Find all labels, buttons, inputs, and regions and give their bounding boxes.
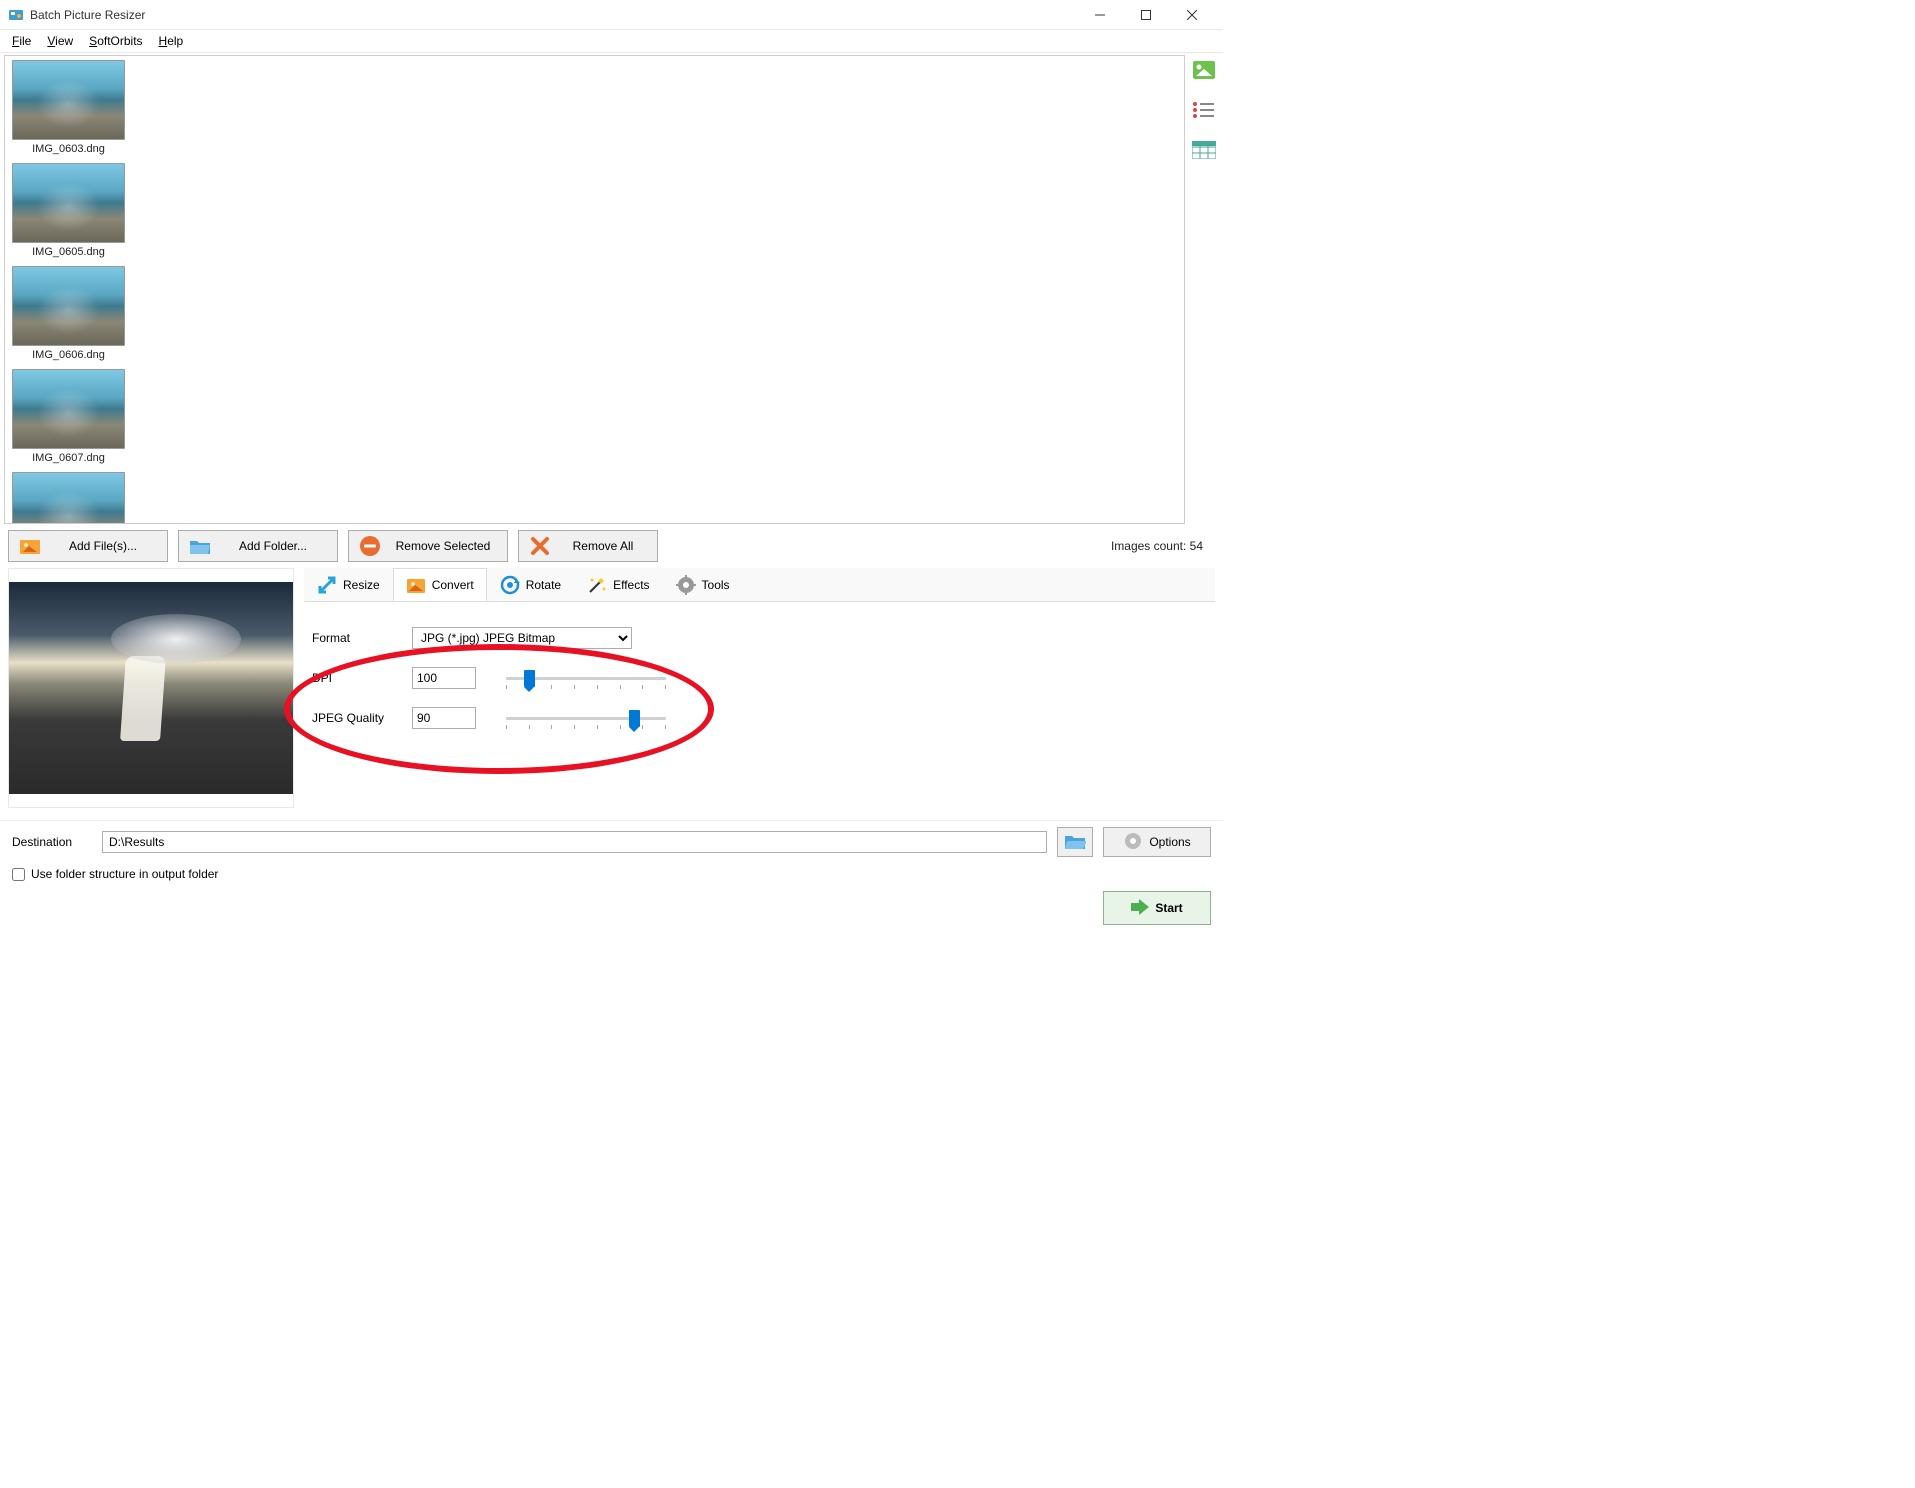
thumbnail-caption: IMG_0605.dng bbox=[12, 246, 125, 258]
thumbnail-image bbox=[12, 266, 125, 346]
tools-icon bbox=[676, 575, 696, 595]
tab-resize[interactable]: Resize bbox=[304, 568, 393, 601]
maximize-button[interactable] bbox=[1123, 0, 1169, 30]
menu-softorbits[interactable]: SoftOrbits bbox=[81, 32, 150, 50]
format-select[interactable]: JPG (*.jpg) JPEG Bitmap bbox=[412, 627, 632, 649]
rotate-icon bbox=[500, 575, 520, 595]
remove-all-button[interactable]: Remove All bbox=[518, 530, 658, 562]
destination-input[interactable] bbox=[102, 831, 1047, 853]
thumbnail-caption: IMG_0607.dng bbox=[12, 452, 125, 464]
browse-destination-button[interactable] bbox=[1057, 827, 1093, 857]
options-button[interactable]: Options bbox=[1103, 827, 1211, 857]
view-thumbnails-icon[interactable] bbox=[1190, 59, 1218, 81]
thumbnail-caption: IMG_0603.dng bbox=[12, 143, 125, 155]
dpi-input[interactable] bbox=[412, 667, 476, 689]
window-title: Batch Picture Resizer bbox=[30, 8, 1077, 22]
app-icon bbox=[8, 7, 24, 23]
thumbnail-caption: IMG_0606.dng bbox=[12, 349, 125, 361]
resize-icon bbox=[317, 575, 337, 595]
convert-icon bbox=[406, 575, 426, 595]
thumbnail-item[interactable]: IMG_0605.dng bbox=[12, 163, 125, 258]
view-list-icon[interactable] bbox=[1190, 99, 1218, 121]
thumbnail-grid[interactable]: IMG_0603.dng IMG_0605.dng IMG_0606.dng IMG_… bbox=[5, 56, 1184, 523]
quality-slider[interactable] bbox=[506, 707, 666, 729]
view-table-icon[interactable] bbox=[1190, 139, 1218, 161]
remove-selected-button[interactable]: Remove Selected bbox=[348, 530, 508, 562]
start-arrow-icon bbox=[1131, 899, 1149, 918]
close-button[interactable] bbox=[1169, 0, 1215, 30]
preview-panel bbox=[8, 568, 294, 808]
menu-help[interactable]: Help bbox=[151, 32, 192, 50]
folder-open-icon bbox=[1064, 832, 1086, 853]
thumbnail-item[interactable]: IMG_0607.dng bbox=[12, 369, 125, 464]
tab-tools[interactable]: Tools bbox=[663, 568, 743, 601]
thumbnail-item[interactable]: IMG_0606.dng bbox=[12, 266, 125, 361]
thumbnail-image bbox=[12, 60, 125, 140]
use-folder-structure-checkbox[interactable] bbox=[12, 868, 25, 881]
add-folder-button[interactable]: Add Folder... bbox=[178, 530, 338, 562]
titlebar: Batch Picture Resizer bbox=[0, 0, 1223, 30]
start-button[interactable]: Start bbox=[1103, 891, 1211, 925]
destination-label: Destination bbox=[12, 835, 92, 849]
thumbnail-image bbox=[12, 369, 125, 449]
remove-selected-icon bbox=[359, 535, 381, 557]
thumbnail-item[interactable]: IMG_0608.dng bbox=[12, 472, 125, 523]
tab-bar: Resize Convert Rotate Effects Tools bbox=[304, 568, 1215, 602]
remove-all-icon bbox=[529, 535, 551, 557]
view-mode-strip bbox=[1185, 53, 1223, 524]
tab-effects[interactable]: Effects bbox=[574, 568, 662, 601]
tab-content-convert: Format JPG (*.jpg) JPEG Bitmap DPI JPEG … bbox=[304, 602, 1215, 754]
format-label: Format bbox=[312, 631, 412, 645]
add-files-icon bbox=[19, 535, 41, 557]
dpi-slider[interactable] bbox=[506, 667, 666, 689]
gear-icon bbox=[1123, 831, 1143, 854]
file-action-row: Add File(s)... Add Folder... Remove Sele… bbox=[0, 524, 1223, 568]
menu-view[interactable]: View bbox=[39, 32, 81, 50]
menu-file[interactable]: File bbox=[4, 32, 39, 50]
images-count-label: Images count: 54 bbox=[1111, 539, 1215, 553]
thumbnail-image bbox=[12, 472, 125, 523]
add-folder-icon bbox=[189, 535, 211, 557]
use-folder-structure-label: Use folder structure in output folder bbox=[31, 867, 218, 881]
thumbnail-image bbox=[12, 163, 125, 243]
preview-image bbox=[9, 582, 293, 794]
quality-input[interactable] bbox=[412, 707, 476, 729]
tab-convert[interactable]: Convert bbox=[393, 568, 487, 601]
thumbnail-item[interactable]: IMG_0603.dng bbox=[12, 60, 125, 155]
destination-row: Destination Options bbox=[0, 820, 1223, 863]
add-files-button[interactable]: Add File(s)... bbox=[8, 530, 168, 562]
effects-icon bbox=[587, 575, 607, 595]
tab-rotate[interactable]: Rotate bbox=[487, 568, 574, 601]
quality-label: JPEG Quality bbox=[312, 711, 412, 725]
minimize-button[interactable] bbox=[1077, 0, 1123, 30]
dpi-label: DPI bbox=[312, 671, 412, 685]
menu-bar: File View SoftOrbits Help bbox=[0, 30, 1223, 52]
